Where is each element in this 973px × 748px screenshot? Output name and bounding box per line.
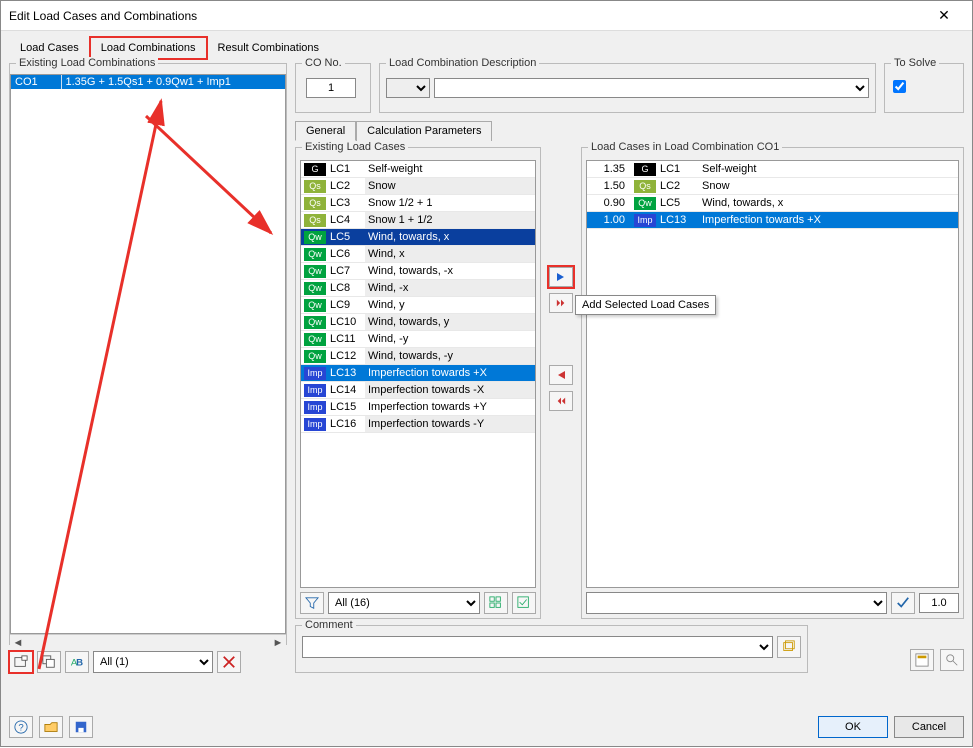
combination-member-row[interactable]: 1.35GLC1Self-weight xyxy=(587,161,958,178)
in-combination-panel: Load Cases in Load Combination CO1 1.35G… xyxy=(581,147,964,619)
titlebar: Edit Load Cases and Combinations ✕ xyxy=(1,1,972,31)
tab-load-cases[interactable]: Load Cases xyxy=(9,37,90,59)
existing-load-cases-panel: Existing Load Cases GLC1Self-weightQsLC2… xyxy=(295,147,541,619)
comment-input[interactable] xyxy=(302,636,773,658)
load-case-row[interactable]: GLC1Self-weight xyxy=(301,161,535,178)
add-selected-button[interactable] xyxy=(549,267,573,287)
combinations-list[interactable]: CO11.35G + 1.5Qs1 + 0.9Qw1 + Imp1 xyxy=(10,74,286,634)
description-group: Load Combination Description xyxy=(379,63,876,113)
horizontal-scrollbar[interactable]: ◄ ► xyxy=(10,634,286,650)
load-case-row[interactable]: QwLC9Wind, y xyxy=(301,297,535,314)
check-all-icon[interactable] xyxy=(512,592,536,614)
ok-button[interactable]: OK xyxy=(818,716,888,738)
apply-factor-button[interactable] xyxy=(891,592,915,614)
close-icon[interactable]: ✕ xyxy=(924,7,964,24)
comment-label: Comment xyxy=(302,619,356,631)
co-number-input[interactable] xyxy=(306,78,356,98)
subtab-general[interactable]: General xyxy=(295,121,356,141)
co-number-label: CO No. xyxy=(302,57,345,69)
load-case-row[interactable]: QwLC8Wind, -x xyxy=(301,280,535,297)
add-all-button[interactable] xyxy=(549,293,573,313)
scroll-left-icon[interactable]: ◄ xyxy=(12,637,24,649)
load-case-row[interactable]: QwLC7Wind, towards, -x xyxy=(301,263,535,280)
load-case-row[interactable]: ImpLC13Imperfection towards +X xyxy=(301,365,535,382)
load-case-row[interactable]: QwLC11Wind, -y xyxy=(301,331,535,348)
main-tabs: Load Cases Load Combinations Result Comb… xyxy=(1,31,972,59)
load-case-row[interactable]: ImpLC15Imperfection towards +Y xyxy=(301,399,535,416)
comment-library-button[interactable] xyxy=(777,636,801,658)
details-button[interactable] xyxy=(910,649,934,671)
combination-row[interactable]: CO11.35G + 1.5Qs1 + 0.9Qw1 + Imp1 xyxy=(11,75,285,89)
combination-member-row[interactable]: 0.90QwLC5Wind, towards, x xyxy=(587,195,958,212)
existing-combinations-label: Existing Load Combinations xyxy=(16,57,158,69)
svg-text:?: ? xyxy=(18,723,23,734)
in-combination-label: Load Cases in Load Combination CO1 xyxy=(588,141,782,153)
comment-group: Comment xyxy=(295,625,808,673)
description-label: Load Combination Description xyxy=(386,57,539,69)
existing-load-cases-list[interactable]: GLC1Self-weightQsLC2SnowQsLC3Snow 1/2 + … xyxy=(300,160,536,588)
subtab-calculation-parameters[interactable]: Calculation Parameters xyxy=(356,121,492,141)
combination-member-row[interactable]: 1.50QsLC2Snow xyxy=(587,178,958,195)
existing-load-cases-label: Existing Load Cases xyxy=(302,141,408,153)
factor-input[interactable] xyxy=(919,593,959,613)
description-input[interactable] xyxy=(434,78,869,98)
existing-filter-select[interactable]: All (16) xyxy=(328,592,480,614)
load-case-row[interactable]: QsLC2Snow xyxy=(301,178,535,195)
tooltip: Add Selected Load Cases xyxy=(575,295,716,315)
to-solve-group: To Solve xyxy=(884,63,964,113)
to-solve-checkbox[interactable] xyxy=(893,80,906,93)
transfer-buttons: Add Selected Load Cases xyxy=(545,147,577,619)
load-case-row[interactable]: ImpLC16Imperfection towards -Y xyxy=(301,416,535,433)
existing-combinations-group: Existing Load Combinations CO11.35G + 1.… xyxy=(9,63,287,645)
description-type-select[interactable] xyxy=(386,78,430,98)
open-button[interactable] xyxy=(39,716,63,738)
load-case-row[interactable]: QwLC6Wind, x xyxy=(301,246,535,263)
copy-combination-button[interactable] xyxy=(37,651,61,673)
co-number-group: CO No. xyxy=(295,63,371,113)
sort-button[interactable]: AB xyxy=(65,651,89,673)
remove-all-button[interactable] xyxy=(549,391,573,411)
delete-combination-button[interactable] xyxy=(217,651,241,673)
combination-member-row[interactable]: 1.00ImpLC13Imperfection towards +X xyxy=(587,212,958,229)
tab-result-combinations[interactable]: Result Combinations xyxy=(207,37,331,59)
load-case-row[interactable]: QwLC5Wind, towards, x xyxy=(301,229,535,246)
load-case-row[interactable]: QwLC10Wind, towards, y xyxy=(301,314,535,331)
scroll-right-icon[interactable]: ► xyxy=(272,637,284,649)
in-combination-list[interactable]: 1.35GLC1Self-weight1.50QsLC2Snow0.90QwLC… xyxy=(586,160,959,588)
remove-selected-button[interactable] xyxy=(549,365,573,385)
load-case-row[interactable]: QsLC4Snow 1 + 1/2 xyxy=(301,212,535,229)
tab-load-combinations[interactable]: Load Combinations xyxy=(90,37,207,59)
sub-tabs: General Calculation Parameters xyxy=(295,121,964,141)
window-title: Edit Load Cases and Combinations xyxy=(9,9,924,23)
combination-filter-select[interactable]: All (1) xyxy=(93,651,213,673)
load-case-row[interactable]: QsLC3Snow 1/2 + 1 xyxy=(301,195,535,212)
to-solve-label: To Solve xyxy=(891,57,939,69)
load-case-row[interactable]: ImpLC14Imperfection towards -X xyxy=(301,382,535,399)
factor-mode-select[interactable] xyxy=(586,592,887,614)
load-case-row[interactable]: QwLC12Wind, towards, -y xyxy=(301,348,535,365)
help-button[interactable]: ? xyxy=(9,716,33,738)
filter-icon[interactable] xyxy=(300,592,324,614)
save-button[interactable] xyxy=(69,716,93,738)
new-combination-button[interactable] xyxy=(9,651,33,673)
dialog-window: Edit Load Cases and Combinations ✕ Load … xyxy=(0,0,973,747)
cancel-button[interactable]: Cancel xyxy=(894,716,964,738)
svg-text:B: B xyxy=(76,658,83,669)
preview-button[interactable] xyxy=(940,649,964,671)
select-all-icon[interactable] xyxy=(484,592,508,614)
